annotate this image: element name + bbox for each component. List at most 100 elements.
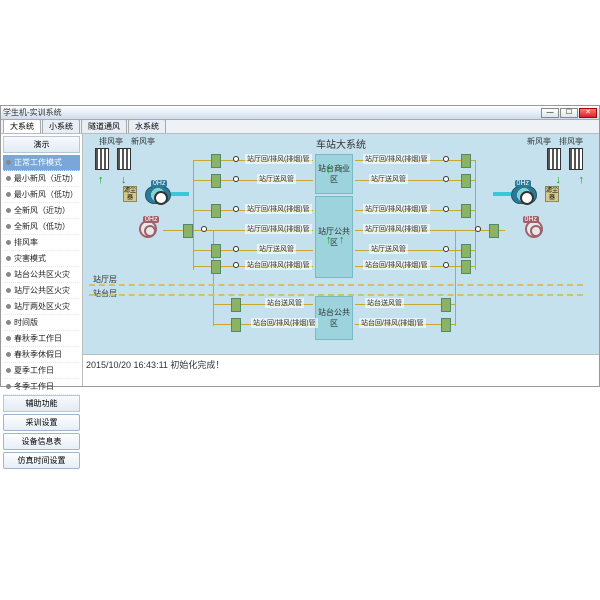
duct-label: 站厅回/排风(排烟)管 — [245, 224, 312, 234]
damper-icon[interactable] — [211, 204, 221, 218]
duct-label: 站台送风管 — [365, 298, 404, 308]
duct-label: 站厅回/排风(排烟)管 — [245, 204, 312, 214]
sidebar-item[interactable]: 全新风（低功） — [3, 219, 80, 235]
workarea: 演示 正常工作模式 最小新风（近功） 最小新风（低功） 全新风（近功） 全新风（… — [1, 134, 599, 386]
duct-label: 站台送风管 — [265, 298, 304, 308]
arrow-up-icon: ↑ — [579, 174, 585, 186]
sidebar-item[interactable]: 春秋季工作日 — [3, 331, 80, 347]
btn-sim-time[interactable]: 仿真时间设置 — [3, 452, 80, 469]
sensor-icon — [233, 176, 239, 182]
sidebar-item[interactable]: 最小新风（低功） — [3, 187, 80, 203]
damper-icon[interactable] — [231, 298, 241, 312]
duct-label: 站厅回/排风(排烟)管 — [363, 204, 430, 214]
duct-label: 站台回/排风(排烟)管 — [359, 318, 426, 328]
duct-label: 站厅送风管 — [257, 174, 296, 184]
arrow-up-icon: ↑ — [326, 164, 332, 176]
damper-icon[interactable] — [461, 204, 471, 218]
minimize-button[interactable]: — — [541, 108, 559, 118]
sidebar-item[interactable]: 时间版 — [3, 315, 80, 331]
label-fresh-left: 新风亭 — [131, 136, 155, 147]
diagram-canvas: 车站大系统 排风亭 新风亭 新风亭 排风亭 ↑ ↓ ↑ ↓ 站台商业区 站厅公共… — [83, 134, 599, 354]
btn-training[interactable]: 采训设置 — [3, 414, 80, 431]
tab-tunnel[interactable]: 隧道通风 — [81, 119, 127, 133]
sidebar-head-demo: 演示 — [3, 136, 80, 153]
app-window: 学生机-实训系统 — ☐ ✕ 大系统 小系统 隧道通风 水系统 演示 正常工作模… — [0, 105, 600, 387]
sensor-icon — [233, 246, 239, 252]
sensor-icon — [443, 262, 449, 268]
sensor-icon — [443, 246, 449, 252]
damper-icon[interactable] — [461, 154, 471, 168]
arrow-up-icon: ↑ — [339, 164, 345, 176]
heater-hz-label: 0Hz — [523, 216, 539, 223]
zone-platform-public: 站台公共区 — [315, 296, 353, 340]
damper-icon[interactable] — [211, 154, 221, 168]
sidebar-item[interactable]: 站台公共区火灾 — [3, 267, 80, 283]
fan-hz-label: 0Hz — [151, 180, 167, 187]
sidebar-item[interactable]: 灾害模式 — [3, 251, 80, 267]
damper-icon[interactable] — [441, 298, 451, 312]
btn-equip-info[interactable]: 设备信息表 — [3, 433, 80, 450]
label-exhaust-left: 排风亭 — [99, 136, 123, 147]
label-exhaust-right: 排风亭 — [559, 136, 583, 147]
fan-icon[interactable] — [511, 186, 537, 204]
sidebar-item[interactable]: 春秋季休假日 — [3, 347, 80, 363]
arrow-down-icon: ↓ — [121, 174, 127, 186]
sidebar-item[interactable]: 夏季工作日 — [3, 363, 80, 379]
sidebar-item[interactable]: 正常工作模式 — [3, 155, 80, 171]
damper-icon[interactable] — [211, 174, 221, 188]
maximize-button[interactable]: ☐ — [560, 108, 578, 118]
label-fresh-right: 新风亭 — [527, 136, 551, 147]
sidebar-item[interactable]: 最小新风（近功） — [3, 171, 80, 187]
sensor-icon — [443, 176, 449, 182]
damper-icon[interactable] — [441, 318, 451, 332]
sensor-icon — [443, 156, 449, 162]
damper-icon[interactable] — [461, 260, 471, 274]
sidebar-item[interactable]: 站厅公共区火灾 — [3, 283, 80, 299]
duct-label: 站厅回/排风(排烟)管 — [363, 224, 430, 234]
sensor-icon — [233, 156, 239, 162]
duct-label: 站厅送风管 — [369, 174, 408, 184]
sensor-icon — [201, 226, 207, 232]
log-line: 2015/10/20 16:43:11 初始化完成！ — [86, 360, 224, 370]
main-panel: 车站大系统 排风亭 新风亭 新风亭 排风亭 ↑ ↓ ↑ ↓ 站台商业区 站厅公共… — [83, 134, 599, 386]
sidebar: 演示 正常工作模式 最小新风（近功） 最小新风（低功） 全新风（近功） 全新风（… — [1, 134, 83, 386]
sensor-icon — [475, 226, 481, 232]
sensor-icon — [233, 262, 239, 268]
vent-shaft-icon — [117, 148, 135, 172]
sidebar-item[interactable]: 站厅两处区火灾 — [3, 299, 80, 315]
pipe-icon — [193, 160, 194, 270]
damper-icon[interactable] — [489, 224, 499, 238]
damper-icon[interactable] — [183, 224, 193, 238]
filter-box-icon: 滤尘器 — [545, 186, 559, 202]
damper-icon[interactable] — [211, 260, 221, 274]
damper-icon[interactable] — [211, 244, 221, 258]
damper-icon[interactable] — [231, 318, 241, 332]
window-buttons: — ☐ ✕ — [541, 108, 597, 118]
sidebar-item[interactable]: 全新风（近功） — [3, 203, 80, 219]
sidebar-item[interactable]: 排风率 — [3, 235, 80, 251]
diagram-title: 车站大系统 — [316, 136, 366, 151]
damper-icon[interactable] — [461, 244, 471, 258]
tab-water[interactable]: 水系统 — [128, 119, 166, 133]
log-panel: 2015/10/20 16:43:11 初始化完成！ — [83, 354, 599, 386]
arrow-up-icon: ↑ — [326, 234, 332, 246]
damper-icon[interactable] — [461, 174, 471, 188]
arrow-up-icon: ↑ — [98, 174, 104, 186]
fan-hz-label: 0Hz — [515, 180, 531, 187]
heater-hz-label: 0Hz — [143, 216, 159, 223]
arrow-down-icon: ↓ — [556, 174, 562, 186]
tab-small-system[interactable]: 小系统 — [42, 119, 80, 133]
pipe-icon — [455, 230, 456, 326]
close-button[interactable]: ✕ — [579, 108, 597, 118]
duct-label: 站厅送风管 — [257, 244, 296, 254]
arrow-up-icon: ↑ — [339, 234, 345, 246]
tab-big-system[interactable]: 大系统 — [3, 119, 41, 133]
vent-shaft-icon — [95, 148, 113, 172]
pipe-icon — [171, 192, 189, 196]
pipe-icon — [493, 192, 511, 196]
vent-shaft-icon — [547, 148, 565, 172]
duct-label: 站台回/排风(排烟)管 — [363, 260, 430, 270]
filter-box-icon: 滤尘器 — [123, 186, 137, 202]
fan-icon[interactable] — [145, 186, 171, 204]
sidebar-item[interactable]: 冬季工作日 — [3, 379, 80, 395]
